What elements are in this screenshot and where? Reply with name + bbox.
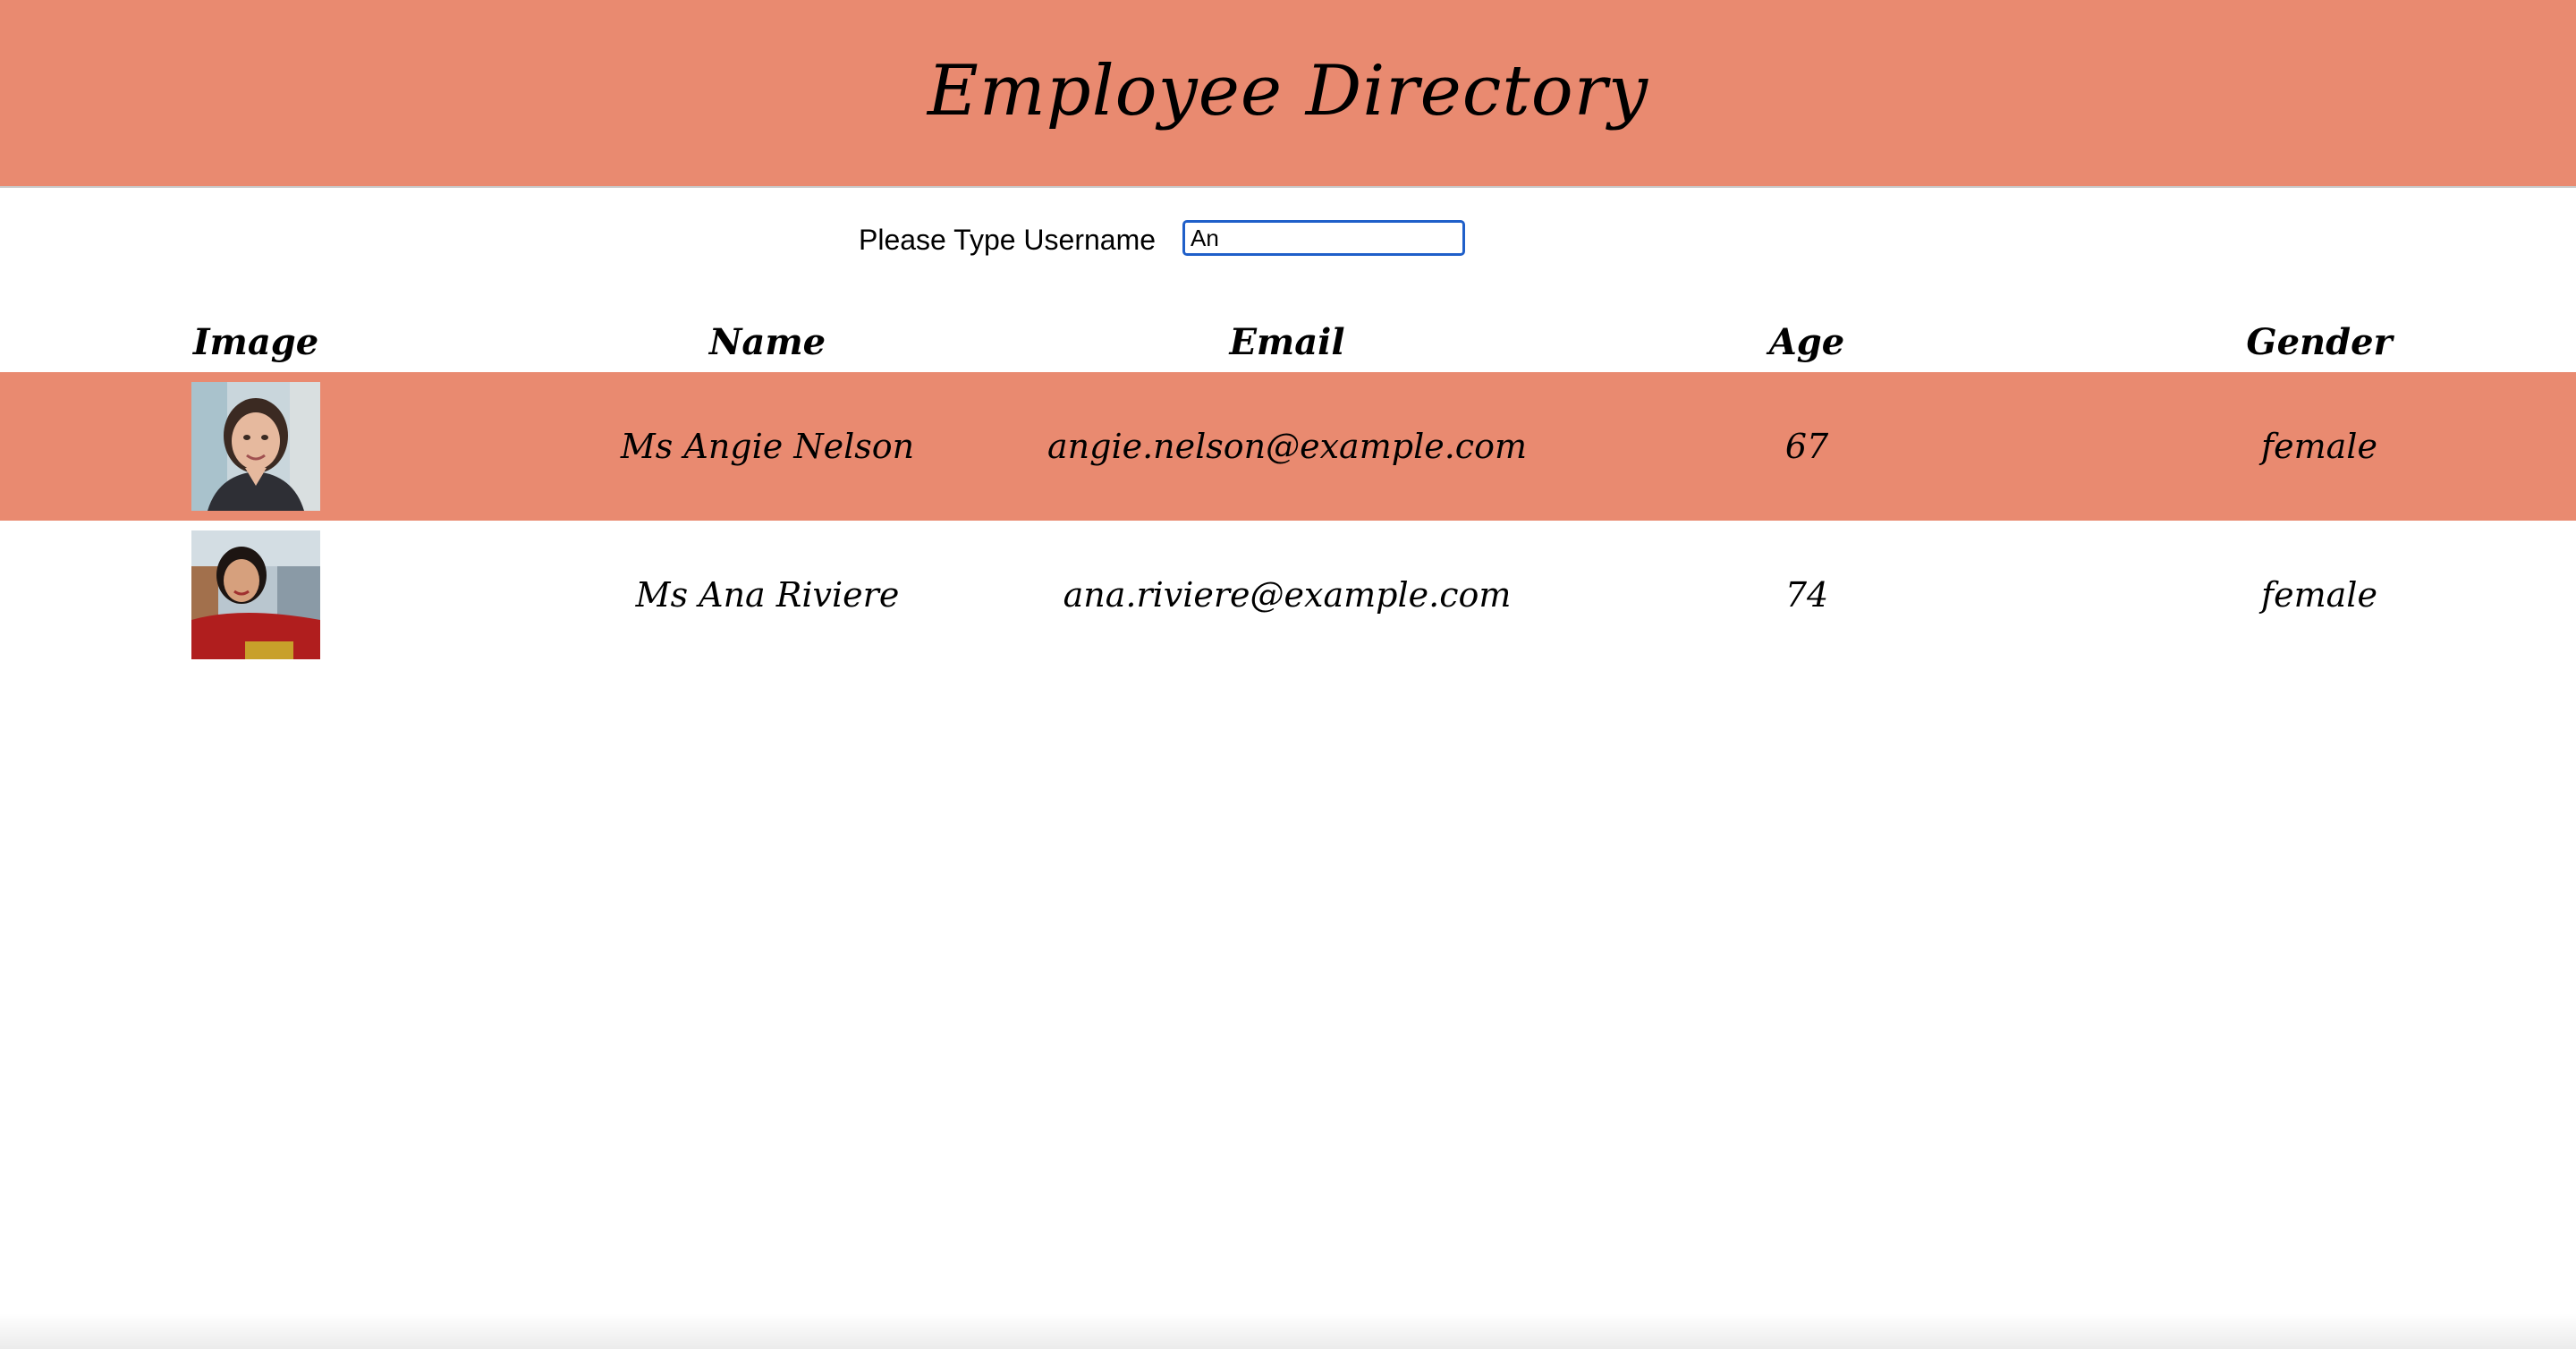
page-header: Employee Directory bbox=[0, 0, 2576, 188]
username-search-input[interactable] bbox=[1182, 220, 1465, 256]
name-cell: Ms Ana Riviere bbox=[635, 575, 900, 615]
column-header-image[interactable]: Image bbox=[0, 313, 512, 372]
age-cell: 67 bbox=[1551, 372, 2063, 521]
employee-photo bbox=[191, 382, 320, 511]
gender-cell: female bbox=[2063, 372, 2576, 521]
column-header-name[interactable]: Name bbox=[512, 313, 1023, 372]
employee-photo bbox=[191, 530, 320, 659]
table-row: Ms Angie Nelson angie.nelson@example.com… bbox=[0, 372, 2576, 521]
table-header: Image Name Email Age Gender bbox=[0, 313, 2576, 372]
age-cell: 74 bbox=[1784, 575, 1829, 615]
name-cell: Ms Angie Nelson bbox=[512, 372, 1023, 521]
page-title: Employee Directory bbox=[927, 51, 1649, 132]
column-header-gender[interactable]: Gender bbox=[2063, 313, 2576, 372]
table-row: Ms Ana Riviere ana.riviere@example.com 7… bbox=[0, 521, 2576, 669]
image-cell bbox=[0, 372, 512, 521]
gender-cell: female bbox=[2261, 575, 2377, 615]
window-bottom-shadow bbox=[0, 1313, 2576, 1349]
search-bar: Please Type Username bbox=[0, 218, 2576, 261]
image-cell bbox=[0, 521, 512, 669]
column-header-email[interactable]: Email bbox=[1023, 313, 1551, 372]
email-cell: angie.nelson@example.com bbox=[1023, 372, 1551, 521]
column-header-age[interactable]: Age bbox=[1551, 313, 2063, 372]
email-cell: ana.riviere@example.com bbox=[1063, 575, 1512, 615]
search-label: Please Type Username bbox=[859, 224, 1157, 256]
employee-table: Image Name Email Age Gender Ms Angie Nel… bbox=[0, 313, 2576, 669]
